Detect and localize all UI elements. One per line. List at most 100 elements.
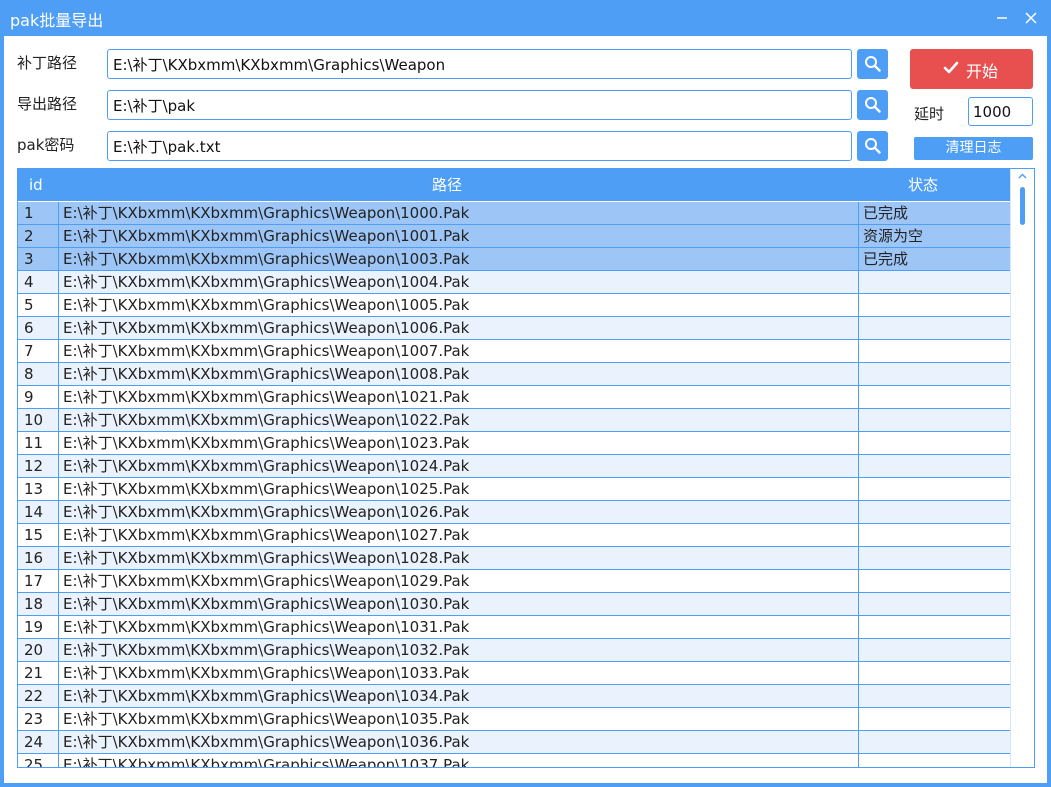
table-row[interactable]: 18 E:\补丁\KXbxmm\KXbxmm\Graphics\Weapon\10… [18,593,1010,616]
export-path-input[interactable] [107,90,852,120]
row-status [863,754,1008,767]
table-row[interactable]: 25 E:\补丁\KXbxmm\KXbxmm\Graphics\Weapon\10… [18,754,1010,767]
row-id: 4 [24,273,34,291]
column-divider [858,662,859,685]
scrollbar-thumb[interactable] [1020,187,1025,225]
password-path-input[interactable] [107,131,852,161]
row-id: 23 [24,710,44,728]
column-divider [58,547,59,570]
table-row[interactable]: 6 E:\补丁\KXbxmm\KXbxmm\Graphics\Weapon\100… [18,317,1010,340]
row-path: E:\补丁\KXbxmm\KXbxmm\Graphics\Weapon\1003… [63,250,470,268]
table-row[interactable]: 16 E:\补丁\KXbxmm\KXbxmm\Graphics\Weapon\10… [18,547,1010,570]
column-divider [58,478,59,501]
row-id: 22 [24,687,44,705]
table-row[interactable]: 4 E:\补丁\KXbxmm\KXbxmm\Graphics\Weapon\100… [18,271,1010,294]
minimize-button[interactable] [990,6,1014,30]
row-status [863,616,1008,638]
table-row[interactable]: 19 E:\补丁\KXbxmm\KXbxmm\Graphics\Weapon\10… [18,616,1010,639]
row-path: E:\补丁\KXbxmm\KXbxmm\Graphics\Weapon\1006… [63,319,470,337]
column-divider [858,363,859,386]
table-row[interactable]: 14 E:\补丁\KXbxmm\KXbxmm\Graphics\Weapon\10… [18,501,1010,524]
column-divider [858,340,859,363]
vertical-scrollbar[interactable] [1010,169,1034,767]
table-row[interactable]: 8 E:\补丁\KXbxmm\KXbxmm\Graphics\Weapon\100… [18,363,1010,386]
row-status [863,639,1008,661]
column-divider [858,294,859,317]
table-body: 1 E:\补丁\KXbxmm\KXbxmm\Graphics\Weapon\100… [18,202,1010,767]
column-divider [58,662,59,685]
row-status [863,662,1008,684]
row-id: 14 [24,503,44,521]
row-id: 3 [24,250,34,268]
table-row[interactable]: 15 E:\补丁\KXbxmm\KXbxmm\Graphics\Weapon\10… [18,524,1010,547]
row-status [863,708,1008,730]
row-id: 6 [24,319,34,337]
table-row[interactable]: 3 E:\补丁\KXbxmm\KXbxmm\Graphics\Weapon\100… [18,248,1010,271]
title-bar[interactable]: pak批量导出 [0,0,1051,36]
row-status [863,317,1008,339]
column-divider [858,754,859,767]
export-browse-button[interactable] [857,90,888,120]
delay-label: 延时 [914,105,945,123]
table-row[interactable]: 21 E:\补丁\KXbxmm\KXbxmm\Graphics\Weapon\10… [18,662,1010,685]
table-row[interactable]: 23 E:\补丁\KXbxmm\KXbxmm\Graphics\Weapon\10… [18,708,1010,731]
column-divider [858,225,859,248]
column-divider [58,248,59,271]
clear-log-button[interactable]: 清理日志 [914,137,1033,160]
window-title: pak批量导出 [10,11,104,30]
column-divider [858,570,859,593]
row-id: 2 [24,227,34,245]
row-path: E:\补丁\KXbxmm\KXbxmm\Graphics\Weapon\1001… [63,227,470,245]
column-divider [858,455,859,478]
row-path: E:\补丁\KXbxmm\KXbxmm\Graphics\Weapon\1035… [63,710,470,728]
column-divider [58,432,59,455]
row-path: E:\补丁\KXbxmm\KXbxmm\Graphics\Weapon\1022… [63,411,470,429]
table-row[interactable]: 22 E:\补丁\KXbxmm\KXbxmm\Graphics\Weapon\10… [18,685,1010,708]
table-row[interactable]: 17 E:\补丁\KXbxmm\KXbxmm\Graphics\Weapon\10… [18,570,1010,593]
table-row[interactable]: 1 E:\补丁\KXbxmm\KXbxmm\Graphics\Weapon\100… [18,202,1010,225]
row-path: E:\补丁\KXbxmm\KXbxmm\Graphics\Weapon\1008… [63,365,470,383]
column-divider [858,501,859,524]
search-icon [865,97,881,113]
row-id: 21 [24,664,44,682]
column-divider [58,202,59,225]
patch-path-input[interactable] [107,49,852,79]
row-path: E:\补丁\KXbxmm\KXbxmm\Graphics\Weapon\1023… [63,434,470,452]
password-browse-button[interactable] [857,131,888,161]
table-row[interactable]: 5 E:\补丁\KXbxmm\KXbxmm\Graphics\Weapon\100… [18,294,1010,317]
column-header-status[interactable]: 状态 [908,169,938,201]
row-status [863,340,1008,362]
patch-path-label: 补丁路径 [17,54,78,72]
table-row[interactable]: 20 E:\补丁\KXbxmm\KXbxmm\Graphics\Weapon\10… [18,639,1010,662]
column-header-id[interactable]: id [29,169,43,201]
scroll-up-icon[interactable] [1018,173,1027,179]
column-divider [858,593,859,616]
close-icon [1025,12,1037,24]
column-divider [58,639,59,662]
row-status [863,363,1008,385]
table-row[interactable]: 13 E:\补丁\KXbxmm\KXbxmm\Graphics\Weapon\10… [18,478,1010,501]
start-button[interactable]: 开始 [910,49,1033,89]
patch-browse-button[interactable] [857,49,888,79]
table-row[interactable]: 9 E:\补丁\KXbxmm\KXbxmm\Graphics\Weapon\102… [18,386,1010,409]
table-row[interactable]: 10 E:\补丁\KXbxmm\KXbxmm\Graphics\Weapon\10… [18,409,1010,432]
table-row[interactable]: 7 E:\补丁\KXbxmm\KXbxmm\Graphics\Weapon\100… [18,340,1010,363]
close-button[interactable] [1019,6,1043,30]
column-header-path[interactable]: 路径 [432,169,462,201]
row-id: 17 [24,572,44,590]
main-panel: 补丁路径 导出路径 pak密码 [4,36,1047,783]
table-row[interactable]: 24 E:\补丁\KXbxmm\KXbxmm\Graphics\Weapon\10… [18,731,1010,754]
row-path: E:\补丁\KXbxmm\KXbxmm\Graphics\Weapon\1036… [63,733,470,751]
row-id: 20 [24,641,44,659]
table-row[interactable]: 11 E:\补丁\KXbxmm\KXbxmm\Graphics\Weapon\10… [18,432,1010,455]
row-status [863,593,1008,615]
table-row[interactable]: 12 E:\补丁\KXbxmm\KXbxmm\Graphics\Weapon\10… [18,455,1010,478]
column-divider [858,524,859,547]
search-icon [865,56,881,72]
row-path: E:\补丁\KXbxmm\KXbxmm\Graphics\Weapon\1033… [63,664,470,682]
delay-input[interactable] [968,97,1033,126]
row-status [863,478,1008,500]
export-path-label: 导出路径 [17,95,78,113]
row-path: E:\补丁\KXbxmm\KXbxmm\Graphics\Weapon\1007… [63,342,470,360]
table-row[interactable]: 2 E:\补丁\KXbxmm\KXbxmm\Graphics\Weapon\100… [18,225,1010,248]
